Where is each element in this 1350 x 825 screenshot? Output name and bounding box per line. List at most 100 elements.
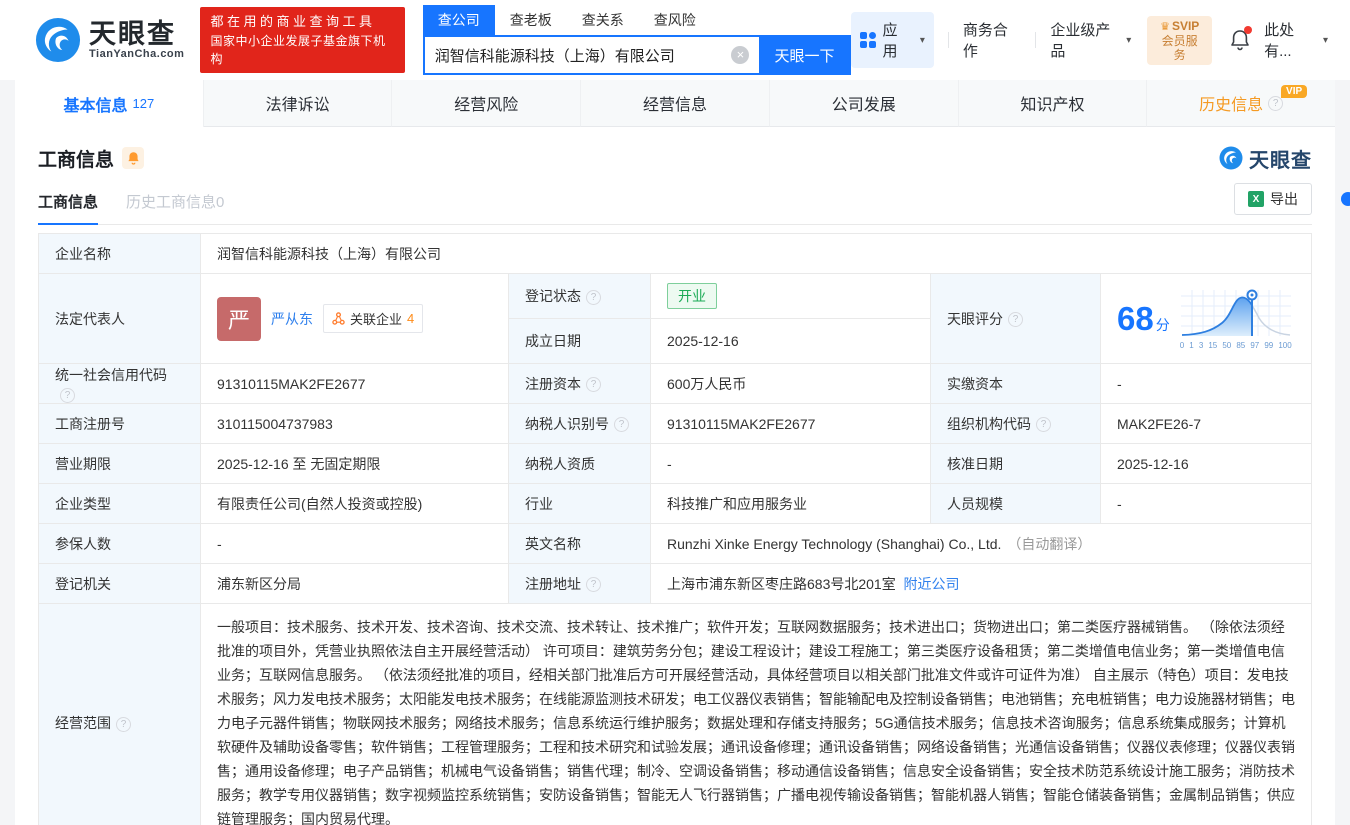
field-label: 登记状态? [509, 274, 651, 319]
related-count: 4 [407, 311, 414, 326]
search-tab-risk[interactable]: 查风险 [639, 5, 711, 35]
field-label: 行业 [509, 484, 651, 524]
industry-value: 科技推广和应用服务业 [651, 484, 931, 524]
tab-legal-proceedings[interactable]: 法律诉讼 [204, 80, 393, 127]
watermark-logo: 天眼查 [1219, 144, 1312, 173]
watermark-swirl-icon [1219, 146, 1243, 170]
table-row: 营业期限 2025-12-16 至 无固定期限 纳税人资质 - 核准日期 202… [39, 444, 1312, 484]
approval-date-value: 2025-12-16 [1101, 444, 1312, 484]
paid-capital-value: - [1101, 364, 1312, 404]
help-icon[interactable]: ? [60, 388, 75, 403]
help-icon[interactable]: ? [586, 377, 601, 392]
logo-domain: TianYanCha.com [89, 48, 184, 60]
legal-rep-avatar[interactable]: 严 [217, 297, 261, 341]
tab-company-development[interactable]: 公司发展 [770, 80, 959, 127]
table-row: 参保人数 - 英文名称 Runzhi Xinke Energy Technolo… [39, 524, 1312, 564]
field-label: 营业期限 [39, 444, 201, 484]
enterprise-label: 企业级产品 [1050, 19, 1123, 61]
related-companies-badge[interactable]: 关联企业 4 [323, 304, 423, 333]
status-badge-open: 开业 [667, 283, 717, 309]
search-tab-boss[interactable]: 查老板 [495, 5, 567, 35]
help-icon[interactable]: ? [586, 577, 601, 592]
help-icon[interactable]: ? [1008, 312, 1023, 327]
org-code-value: MAK2FE26-7 [1101, 404, 1312, 444]
score-chart: 0131550859799100 [1180, 288, 1292, 350]
section-title: 工商信息 [38, 145, 114, 172]
credit-code-value: 91310115MAK2FE2677 [201, 364, 509, 404]
legal-rep-cell: 严 严从东 关联企业 4 [201, 274, 509, 364]
notification-bell-icon[interactable] [1230, 29, 1250, 51]
score-axis-ticks: 0131550859799100 [1180, 341, 1292, 350]
business-term-value: 2025-12-16 至 无固定期限 [201, 444, 509, 484]
help-icon[interactable]: ? [116, 717, 131, 732]
floating-widget[interactable] [1341, 192, 1350, 206]
export-button[interactable]: X 导出 [1234, 183, 1312, 215]
field-label: 工商注册号 [39, 404, 201, 444]
tab-operating-risk[interactable]: 经营风险 [392, 80, 581, 127]
divider [1035, 32, 1036, 48]
staff-size-value: - [1101, 484, 1312, 524]
help-icon[interactable]: ? [614, 417, 629, 432]
table-row: 经营范围? 一般项目：技术服务、技术开发、技术咨询、技术交流、技术转让、技术推广… [39, 604, 1312, 825]
svip-member-badge[interactable]: ♛SVIP 会员服务 [1147, 16, 1212, 65]
caret-down-icon: ▾ [1323, 35, 1328, 46]
field-label: 英文名称 [509, 524, 651, 564]
tab-history-info[interactable]: VIP 历史信息 ? [1147, 80, 1335, 127]
related-label: 关联企业 [350, 309, 402, 328]
auto-translate-note: （自动翻译） [1007, 536, 1091, 552]
nearby-companies-link[interactable]: 附近公司 [904, 576, 960, 592]
table-row: 统一社会信用代码? 91310115MAK2FE2677 注册资本? 600万人… [39, 364, 1312, 404]
address-value: 上海市浦东新区枣庄路683号北201室 附近公司 [651, 564, 1312, 604]
field-label: 注册地址? [509, 564, 651, 604]
score-value: 68分 [1117, 300, 1170, 338]
nav-business-cooperation[interactable]: 商务合作 [963, 19, 1022, 61]
search-button[interactable]: 天眼一下 [759, 37, 849, 73]
subtab-business-info[interactable]: 工商信息 [38, 183, 98, 224]
field-label: 成立日期 [509, 319, 651, 364]
reg-authority-value: 浦东新区分局 [201, 564, 509, 604]
slogan-badge: 都在用的商业查询工具 国家中小企业发展子基金旗下机构 [200, 7, 404, 73]
notification-dot [1244, 26, 1252, 34]
field-label: 法定代表人 [39, 274, 201, 364]
help-icon[interactable]: ? [1036, 417, 1051, 432]
logo-swirl-icon [35, 17, 81, 63]
tab-label: 历史信息 [1199, 91, 1263, 115]
help-icon[interactable]: ? [586, 290, 601, 305]
clear-icon[interactable]: × [731, 46, 749, 64]
field-label: 企业类型 [39, 484, 201, 524]
legal-rep-name-link[interactable]: 严从东 [271, 309, 313, 329]
search-tab-relation[interactable]: 查关系 [567, 5, 639, 35]
top-header: 天眼查 TianYanCha.com 都在用的商业查询工具 国家中小企业发展子基… [0, 0, 1350, 80]
search-tab-company[interactable]: 查公司 [423, 5, 495, 35]
field-label: 经营范围? [39, 604, 201, 825]
tab-intellectual-property[interactable]: 知识产权 [959, 80, 1148, 127]
caret-down-icon: ▾ [1126, 35, 1131, 46]
export-label: 导出 [1270, 189, 1298, 209]
company-name-value: 润智信科能源科技（上海）有限公司 [201, 234, 1312, 274]
tianyancha-logo[interactable]: 天眼查 TianYanCha.com [35, 17, 184, 63]
table-row: 法定代表人 严 严从东 关联企业 4 [39, 274, 1312, 319]
apps-grid-icon [860, 32, 876, 48]
taxpayer-id-value: 91310115MAK2FE2677 [651, 404, 931, 444]
excel-icon: X [1248, 191, 1264, 207]
field-label: 人员规模 [931, 484, 1101, 524]
score-cell: 68分 [1101, 274, 1312, 364]
field-label: 实缴资本 [931, 364, 1101, 404]
field-label: 纳税人识别号? [509, 404, 651, 444]
field-label: 组织机构代码? [931, 404, 1101, 444]
apps-menu[interactable]: 应用 ▾ [851, 12, 933, 68]
field-label: 天眼评分? [931, 274, 1101, 364]
tab-count: 127 [133, 96, 155, 111]
tab-operating-info[interactable]: 经营信息 [581, 80, 770, 127]
reg-capital-value: 600万人民币 [651, 364, 931, 404]
svip-sublabel: 会员服务 [1156, 34, 1203, 62]
subscribe-bell-icon[interactable] [122, 147, 144, 169]
reg-status-cell: 开业 [651, 274, 931, 319]
more-label: 此处有... [1264, 19, 1320, 61]
table-row: 工商注册号 310115004737983 纳税人识别号? 91310115MA… [39, 404, 1312, 444]
nav-more[interactable]: 此处有... ▾ [1264, 19, 1328, 61]
nav-enterprise-products[interactable]: 企业级产品 ▾ [1050, 19, 1131, 61]
search-input[interactable] [425, 37, 732, 73]
subtab-history-business-info[interactable]: 历史工商信息0 [126, 183, 224, 224]
tab-basic-info[interactable]: 基本信息 127 [15, 80, 204, 127]
